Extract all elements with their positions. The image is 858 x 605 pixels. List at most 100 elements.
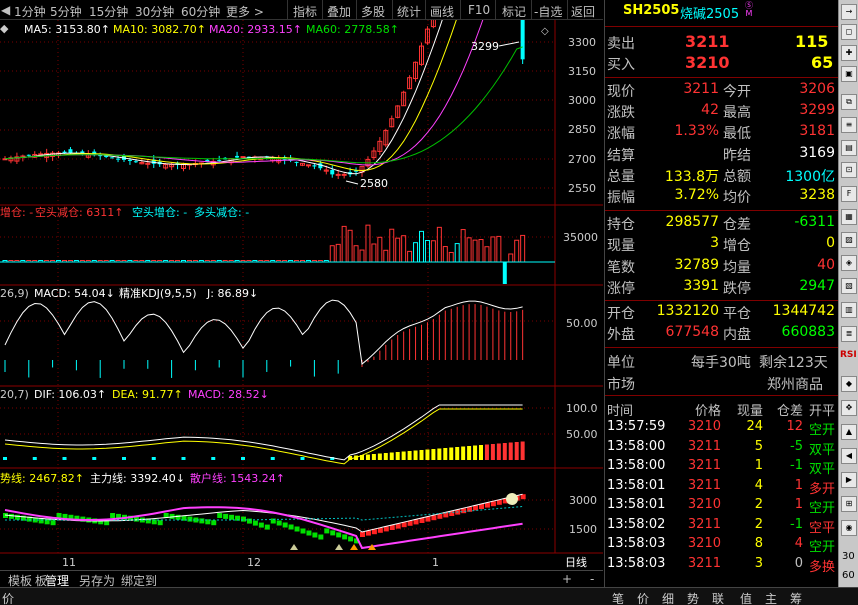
side-tool-icon[interactable]: ▦ [841,209,857,225]
tab-trend[interactable]: 势 [687,590,699,605]
period-60min[interactable]: 60分钟 [181,3,220,20]
mark-button[interactable]: 标记 [502,3,526,20]
side-tool-icon[interactable]: ◈ [841,255,857,271]
side-tool-icon[interactable]: ✚ [841,45,857,61]
multi-stock-button[interactable]: 多股 [361,3,385,20]
stat-value: 1300亿 [785,168,835,185]
signal-marker [350,544,358,550]
return-button[interactable]: 返回 [571,3,595,20]
tab-trades[interactable]: 笔 [612,590,624,605]
dif-value: DIF: 106.03↑ [34,388,106,401]
stat-value: 32789 [674,256,719,273]
fund-flow-indicator [3,493,526,550]
tab-main[interactable]: 主 [765,590,777,605]
watchlist-button[interactable]: -自选 [534,3,562,20]
side-num-30[interactable]: 30 [842,551,855,562]
tab-price[interactable]: 价 [637,590,649,605]
side-tool-icon[interactable]: ◻ [841,24,857,40]
overlay-button[interactable]: 叠加 [327,3,351,20]
stat-label: 涨跌 [607,105,635,122]
settings-diamond-icon[interactable]: ◇ [541,26,549,37]
period-5min[interactable]: 5分钟 [50,3,82,20]
trade-cell: 空开 [809,501,836,516]
oi-bar [377,236,383,263]
right-sidebar: → ◻ ✚ ▣ ⧉ ≡ ▤ ⊡ F ▦ ▨ ◈ ▧ ▥ ≣ ◆ ✥ ▲ ◀ ▶ ⊞ ◉ RSI 30 60 [838,0,858,587]
trade-cell: 3211 [687,438,721,454]
indicator-button[interactable]: 指标 [293,3,317,20]
more-periods-button[interactable]: 更多 > [226,3,264,20]
rsi-label[interactable]: RSI [840,350,857,360]
money-bag-icon [506,493,518,505]
trade-header: 现量 [736,404,763,419]
side-tool-icon[interactable]: ▨ [841,232,857,248]
candle-body [116,158,121,160]
oi-bar [347,229,353,263]
trade-cell: 13:58:03 [607,555,666,571]
side-tool-icon[interactable]: ⊞ [841,496,857,512]
side-tool-icon[interactable]: F [841,186,857,202]
statistics-button[interactable]: 统计 [397,3,421,20]
candle-body [330,170,335,175]
draw-line-button[interactable]: 画线 [430,3,454,20]
side-tool-icon[interactable]: ▧ [841,278,857,294]
stat-label: 最低 [723,126,751,143]
oi-bar [442,246,448,263]
period-15min[interactable]: 15分钟 [89,3,128,20]
stat-value: 677548 [665,324,719,341]
flow-axis-1500: 1500 [569,523,597,536]
stat-value: 298577 [665,214,719,231]
side-tool-icon[interactable]: ◀ [841,448,857,464]
macd-bar [241,457,245,460]
side-tool-icon[interactable]: ▤ [841,140,857,156]
side-tool-icon[interactable]: ▶ [841,472,857,488]
period-1min[interactable]: 1分钟 [14,3,46,20]
oi-bar [484,246,490,263]
side-tool-icon[interactable]: ⧉ [841,94,857,110]
side-num-60[interactable]: 60 [842,570,855,581]
f10-button[interactable]: F10 [468,3,490,17]
trade-cell: 1 [794,477,803,493]
candle-body [294,161,299,163]
tab-value[interactable]: 值 [740,590,752,605]
tab-linked[interactable]: 联 [712,590,724,605]
macd-bar [383,453,388,460]
open-interest-bars [0,224,555,284]
stat-value: 42 [701,102,719,119]
side-tool-icon[interactable]: ◆ [841,376,857,392]
stat-value: 3391 [683,277,719,294]
signal-marker [290,544,298,550]
side-tool-icon[interactable]: ▲ [841,424,857,440]
trade-cell: 12 [786,419,803,434]
stat-value: 660883 [781,324,835,341]
side-tool-icon[interactable]: ◉ [841,520,857,536]
side-tool-icon[interactable]: → [841,4,857,20]
trade-cell: 13:58:03 [607,536,666,551]
kline-chart[interactable]: ◆ MA5: 3153.80↑ MA10: 3082.70↑ MA20: 293… [0,20,603,570]
side-tool-icon[interactable]: ≣ [841,326,857,342]
macd-bar [514,442,519,460]
side-tool-icon[interactable]: ⊡ [841,162,857,178]
trade-cell: 3211 [687,458,721,473]
side-tool-icon[interactable]: ▣ [841,66,857,82]
side-tool-icon[interactable]: ▥ [841,302,857,318]
oi-bar [371,243,377,263]
macd-bar [508,442,513,460]
side-tool-icon[interactable]: ✥ [841,400,857,416]
flow-block [157,520,163,526]
period-daily-label[interactable]: 日线 [565,555,587,569]
macd-bar [151,457,156,460]
stat-value: 3181 [799,123,835,140]
candle-body [26,154,31,156]
zoom-in-button[interactable]: + [562,572,572,586]
zoom-out-button[interactable]: - [590,572,594,586]
tab-chips[interactable]: 筹 [790,590,802,605]
trade-cell: 13:58:01 [607,497,666,512]
period-30min[interactable]: 30分钟 [135,3,174,20]
back-arrow-icon[interactable]: ◀ [1,3,10,17]
macd-bar [371,454,376,460]
side-tool-icon[interactable]: ≡ [841,117,857,133]
trade-cell: 3210 [687,497,721,512]
tab-detail[interactable]: 细 [662,590,674,605]
oi-bar [365,224,371,263]
macd-bar [300,457,305,460]
